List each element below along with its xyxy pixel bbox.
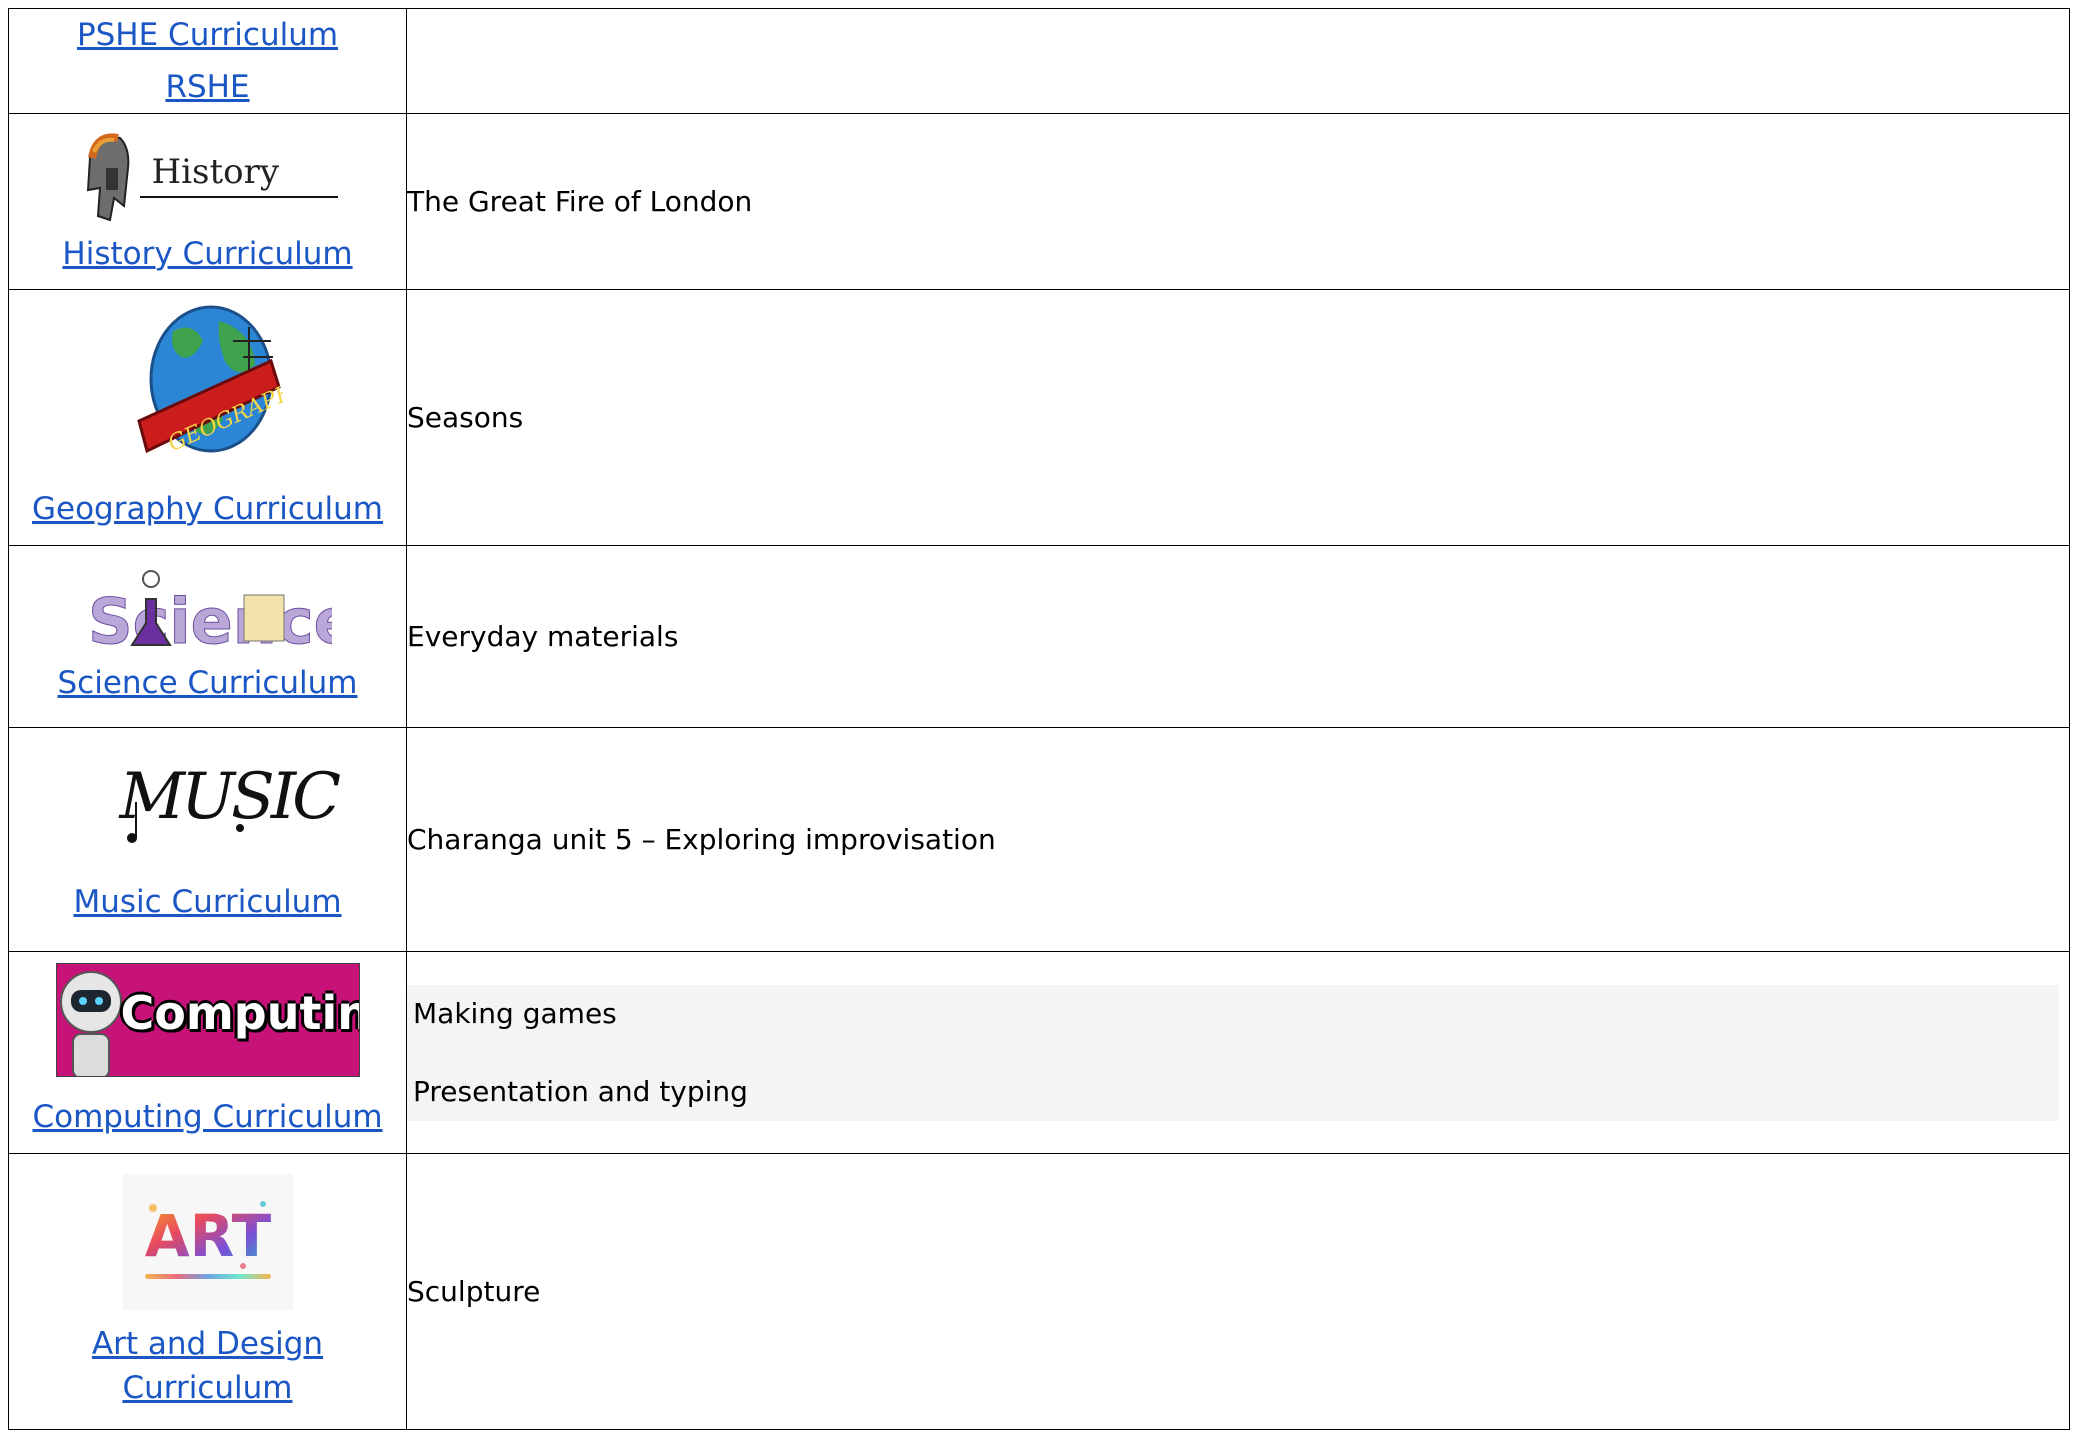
art-logo-text: ART [144,1202,271,1270]
topic-cell-art: Sculpture [406,1153,2070,1430]
history-logo-text: History [151,151,280,192]
topic-cell-science: Everyday materials [406,545,2070,728]
computing-logo-text: Computing [120,985,359,1040]
music-curriculum-link[interactable]: Music Curriculum [73,876,341,928]
topic-cell-geography: Seasons [406,289,2070,546]
topic-cell-music: Charanga unit 5 – Exploring improvisatio… [406,727,2070,952]
table-row-pshe: PSHE Curriculum RSHE [8,8,2070,114]
paint-splash-icon: ART [144,1200,271,1270]
curriculum-table: PSHE Curriculum RSHE History History Cur… [8,8,2070,1430]
geography-logo: GEOGRAPHY [133,301,314,465]
topic-cell-computing: Making games Presentation and typing [406,951,2070,1154]
table-row-geography: GEOGRAPHY Geography Curriculum Seasons [8,289,2070,546]
pshe-curriculum-link[interactable]: PSHE Curriculum [77,9,338,61]
subject-cell-pshe: PSHE Curriculum RSHE [8,8,407,114]
subject-cell-music: MUSIC Music Curriculum [8,727,407,952]
table-row-music: MUSIC Music Curriculum Charanga unit 5 –… [8,727,2070,952]
table-row-art: ART Art and Design Curriculum Sculpture [8,1153,2070,1430]
art-topic: Sculpture [407,1275,541,1308]
subject-cell-art: ART Art and Design Curriculum [8,1153,407,1430]
music-logo: MUSIC [120,752,341,862]
science-flask-icon: Science [87,569,332,657]
robot-icon [59,970,122,1076]
computing-topic-2: Presentation and typing [413,1074,748,1108]
history-logo: History [78,124,338,228]
science-logo: Science [84,565,332,657]
computing-logo: Computing [55,962,360,1077]
art-logo-bar [144,1273,271,1279]
art-link-line-1[interactable]: Art and Design [92,1326,323,1362]
topic-cell-pshe [406,8,2070,114]
table-row-computing: Computing Computing Curriculum Making ga… [8,951,2070,1154]
history-logo-rule [139,195,338,198]
science-curriculum-link[interactable]: Science Curriculum [57,657,357,709]
subject-cell-science: Science Science Curriculum [8,545,407,728]
science-logo-text: Science [88,585,332,657]
computing-topic-1: Making games [413,996,617,1030]
computing-topics-panel: Making games Presentation and typing [407,984,2059,1121]
roman-helmet-icon [86,132,129,221]
globe-icon: GEOGRAPHY [136,305,314,456]
computing-curriculum-link[interactable]: Computing Curriculum [32,1091,382,1143]
rshe-link[interactable]: RSHE [165,61,249,113]
geography-curriculum-link[interactable]: Geography Curriculum [32,483,383,535]
history-topic: The Great Fire of London [407,185,753,218]
music-notes-icon [126,801,244,843]
topic-cell-history: The Great Fire of London [406,113,2070,290]
geography-topic: Seasons [407,401,524,434]
art-link-line-2[interactable]: Curriculum [122,1370,292,1406]
art-logo: ART [122,1173,293,1310]
history-curriculum-link[interactable]: History Curriculum [62,228,352,280]
science-topic: Everyday materials [407,620,679,653]
table-row-history: History History Curriculum The Great Fir… [8,113,2070,290]
music-topic: Charanga unit 5 – Exploring improvisatio… [407,823,996,856]
art-design-curriculum-link[interactable]: Art and Design Curriculum [92,1322,323,1410]
table-row-science: Science Science Curriculum Everyday mate… [8,545,2070,728]
subject-cell-history: History History Curriculum [8,113,407,290]
subject-cell-geography: GEOGRAPHY Geography Curriculum [8,289,407,546]
subject-cell-computing: Computing Computing Curriculum [8,951,407,1154]
